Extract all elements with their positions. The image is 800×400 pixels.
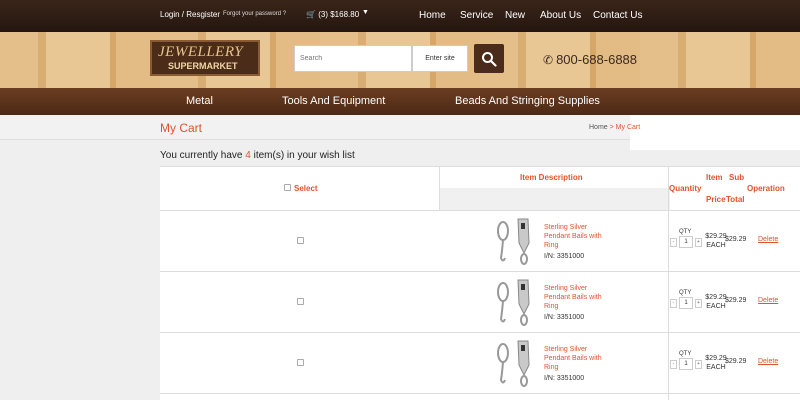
breadcrumb-separator: > bbox=[607, 124, 616, 131]
search-button[interactable] bbox=[474, 44, 504, 73]
content-corner bbox=[630, 115, 800, 150]
price-unit: EACH bbox=[706, 364, 726, 371]
product-name-link[interactable]: Sterling Silver Pendant Bails with Ring bbox=[544, 223, 614, 250]
row-subtotal: $29.29 bbox=[725, 297, 747, 304]
cart-icon: 🛒 bbox=[306, 10, 316, 19]
summary-prefix: You currently have bbox=[160, 150, 246, 161]
header-quantity: Quantity bbox=[669, 184, 702, 193]
qty-label: QTY bbox=[679, 290, 692, 296]
nav-new[interactable]: New bbox=[505, 10, 525, 21]
row-checkbox[interactable] bbox=[297, 298, 304, 305]
logo-line2: SUPERMARKET bbox=[168, 61, 238, 71]
summary-suffix: item(s) in your wish list bbox=[250, 150, 355, 161]
header-subtotal-bottom: Total bbox=[726, 195, 745, 204]
price-unit: EACH bbox=[706, 242, 726, 249]
nav-contact-us[interactable]: Contact Us bbox=[593, 10, 642, 21]
cart-total: (3) $168.80 bbox=[318, 10, 360, 19]
category-tools[interactable]: Tools And Equipment bbox=[282, 95, 385, 107]
row-checkbox[interactable] bbox=[297, 359, 304, 366]
price-value: $29.29 bbox=[705, 233, 727, 240]
enter-site-button[interactable]: Enter site bbox=[412, 45, 468, 72]
product-image[interactable] bbox=[493, 217, 535, 265]
header-operation: Operation bbox=[747, 184, 785, 193]
cart-table: Select Item Description Quantity Item Pr… bbox=[160, 166, 800, 400]
qty-increase-button[interactable]: + bbox=[695, 299, 702, 308]
product-item-number: I/N: 3351000 bbox=[544, 314, 585, 321]
phone-icon: ✆ bbox=[543, 53, 554, 67]
nav-home[interactable]: Home bbox=[419, 10, 446, 21]
qty-decrease-button[interactable]: - bbox=[670, 360, 677, 369]
header-select: Select bbox=[294, 184, 318, 193]
category-metal[interactable]: Metal bbox=[186, 95, 213, 107]
qty-input[interactable]: 1 bbox=[679, 358, 693, 370]
divider bbox=[439, 167, 440, 210]
top-bar: Login / Resgister Forgot your password ?… bbox=[0, 0, 800, 32]
row-checkbox[interactable] bbox=[297, 237, 304, 244]
page-title: My Cart bbox=[160, 121, 202, 135]
breadcrumb-home[interactable]: Home bbox=[589, 124, 608, 131]
breadcrumb-current: My Cart bbox=[615, 124, 641, 131]
product-name-link[interactable]: Sterling Silver Pendant Bails with Ring bbox=[544, 284, 614, 311]
table-row: Sterling Silver Pendant Bails with Ring … bbox=[160, 332, 800, 393]
select-all-checkbox[interactable] bbox=[284, 184, 291, 191]
title-bar bbox=[0, 115, 630, 140]
table-row: Sterling Silver Pendant Bails with Ring … bbox=[160, 210, 800, 271]
price-value: $29.29 bbox=[705, 294, 727, 301]
category-bar: Metal Tools And Equipment Beads And Stri… bbox=[0, 88, 800, 115]
qty-increase-button[interactable]: + bbox=[695, 238, 702, 247]
logo-line1: JEWELLERY bbox=[158, 44, 244, 60]
phone-number: ✆ 800-688-6888 bbox=[543, 52, 637, 67]
qty-decrease-button[interactable]: - bbox=[670, 299, 677, 308]
qty-decrease-button[interactable]: - bbox=[670, 238, 677, 247]
product-image[interactable] bbox=[493, 339, 535, 387]
breadcrumb: Home > My Cart bbox=[589, 124, 640, 131]
product-item-number: I/N: 3351000 bbox=[544, 375, 585, 382]
header-item-price-bottom: Price bbox=[706, 195, 726, 204]
qty-input[interactable]: 1 bbox=[679, 236, 693, 248]
search-icon bbox=[482, 52, 497, 67]
delete-link[interactable]: Delete bbox=[758, 297, 778, 304]
delete-link[interactable]: Delete bbox=[758, 358, 778, 365]
category-beads[interactable]: Beads And Stringing Supplies bbox=[455, 95, 600, 107]
qty-increase-button[interactable]: + bbox=[695, 360, 702, 369]
chevron-down-icon[interactable]: ▼ bbox=[362, 9, 369, 16]
nav-service[interactable]: Service bbox=[460, 10, 493, 21]
forgot-password-link[interactable]: Forgot your password ? bbox=[223, 11, 286, 17]
cart-summary-text: You currently have 4 item(s) in your wis… bbox=[160, 150, 355, 161]
cart-summary[interactable]: 🛒 (3) $168.80 bbox=[306, 10, 359, 19]
login-register-link[interactable]: Login / Resgister bbox=[160, 10, 220, 19]
table-row: Sterling Silver Pendant Bails with Ring … bbox=[160, 271, 800, 332]
qty-input[interactable]: 1 bbox=[679, 297, 693, 309]
header-item-price-top: Item bbox=[706, 173, 723, 182]
header-subtotal-top: Sub bbox=[729, 173, 745, 182]
delete-link[interactable]: Delete bbox=[758, 236, 778, 243]
row-divider bbox=[160, 393, 800, 394]
price-value: $29.29 bbox=[705, 355, 727, 362]
row-subtotal: $29.29 bbox=[725, 236, 747, 243]
product-item-number: I/N: 3351000 bbox=[544, 253, 585, 260]
logo[interactable]: JEWELLERY SUPERMARKET bbox=[150, 40, 260, 76]
search-input[interactable] bbox=[294, 45, 412, 72]
phone-text: 800-688-6888 bbox=[556, 52, 638, 67]
qty-label: QTY bbox=[679, 351, 692, 357]
product-image[interactable] bbox=[493, 278, 535, 326]
product-name-link[interactable]: Sterling Silver Pendant Bails with Ring bbox=[544, 345, 614, 372]
nav-about-us[interactable]: About Us bbox=[540, 10, 581, 21]
price-unit: EACH bbox=[706, 303, 726, 310]
header-description: Item Description bbox=[520, 173, 583, 182]
header-shade bbox=[439, 188, 670, 210]
row-subtotal: $29.29 bbox=[725, 358, 747, 365]
qty-label: QTY bbox=[679, 229, 692, 235]
